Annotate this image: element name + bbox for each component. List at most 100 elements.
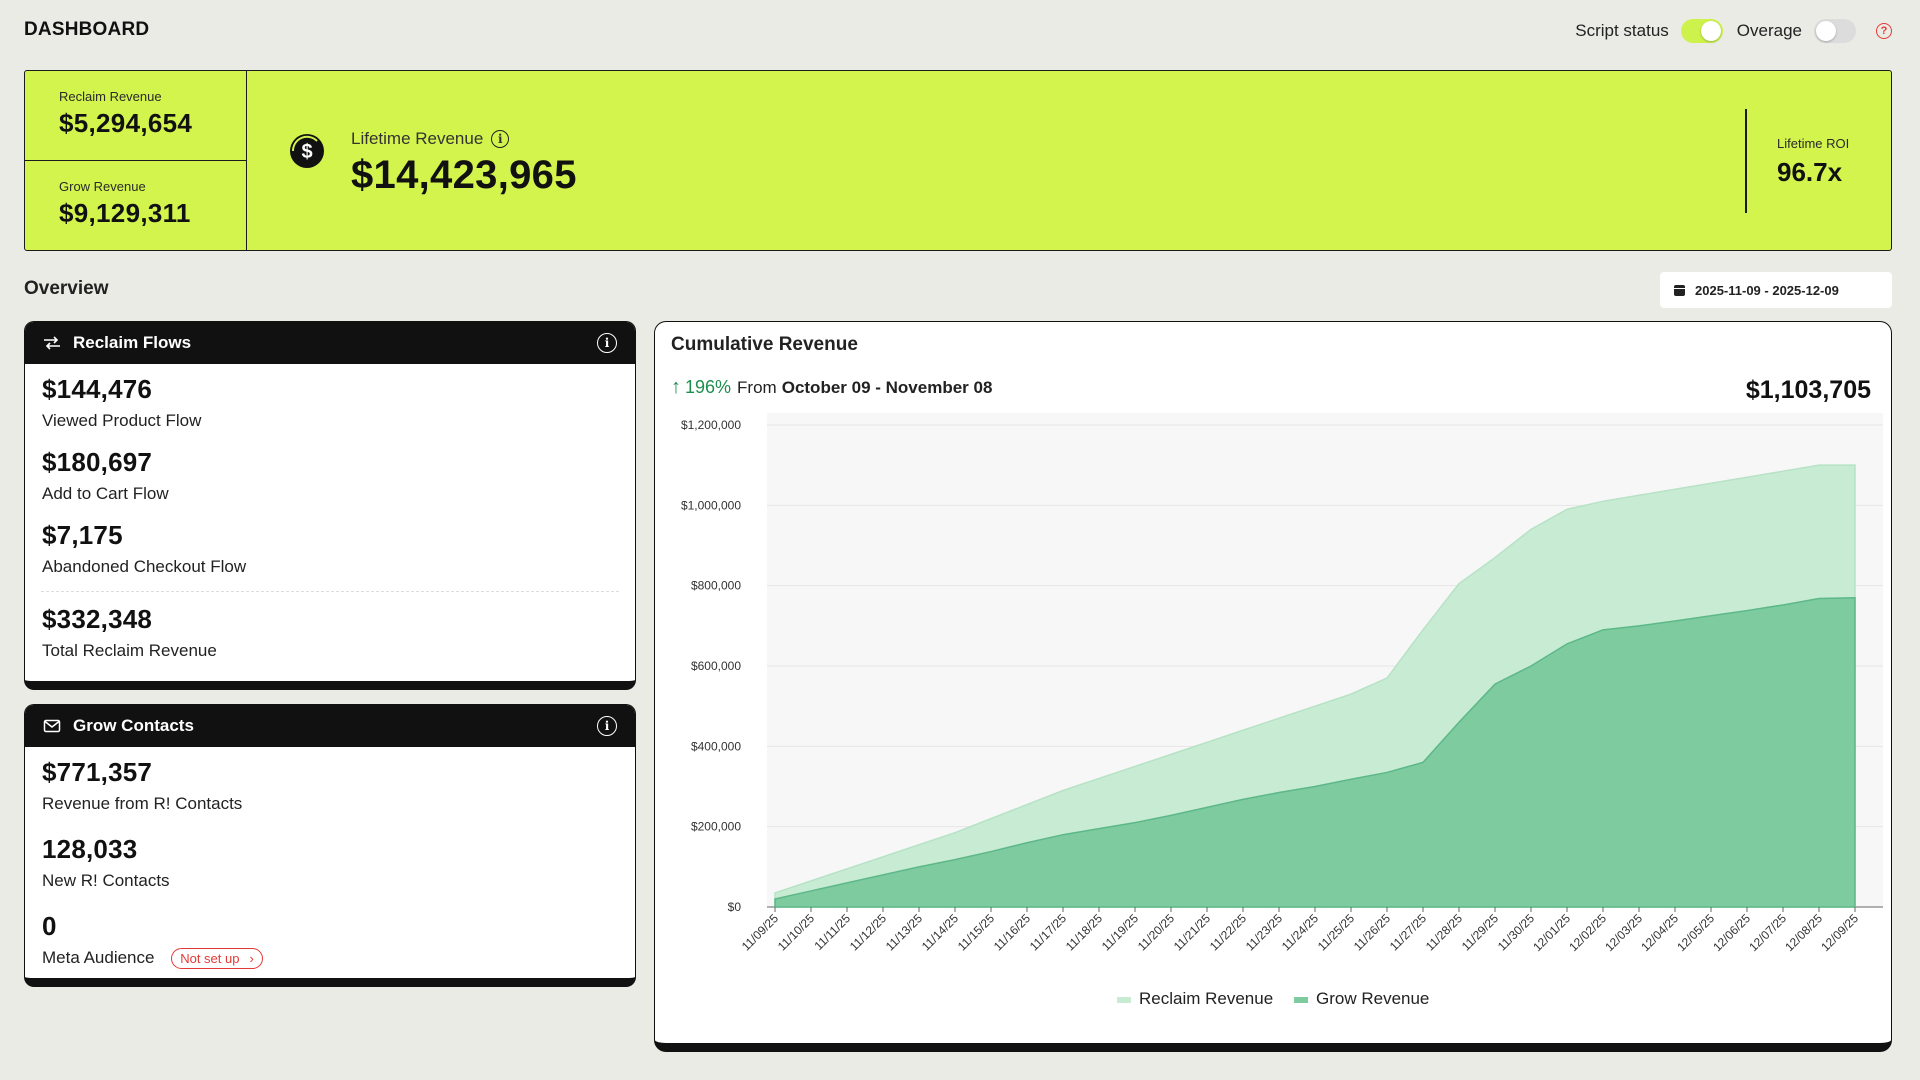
info-icon[interactable]: i bbox=[597, 333, 617, 353]
metric-value: $144,476 bbox=[42, 374, 153, 404]
metric-value: $332,348 bbox=[42, 604, 153, 634]
metric-abandoned-checkout: $7,175 Abandoned Checkout Flow bbox=[25, 520, 635, 577]
x-tick-label: 11/15/25 bbox=[955, 911, 998, 954]
legend-swatch bbox=[1294, 997, 1308, 1003]
x-tick-label: 11/22/25 bbox=[1207, 911, 1250, 954]
x-tick-label: 12/05/25 bbox=[1674, 911, 1717, 954]
x-tick-label: 11/20/25 bbox=[1135, 911, 1178, 954]
date-range-value: 2025-11-09 - 2025-12-09 bbox=[1695, 282, 1839, 298]
x-tick-label: 11/26/25 bbox=[1351, 911, 1394, 954]
metric-viewed-product: $144,476 Viewed Product Flow bbox=[25, 374, 635, 431]
legend-swatch bbox=[1117, 997, 1131, 1003]
metric-label: New R! Contacts bbox=[42, 871, 170, 890]
cumulative-revenue-chart: $0 $200,000 $400,000 $600,000 $800,000 $1,000… bbox=[681, 413, 1883, 1008]
metric-label-row: Meta Audience Not set up › bbox=[42, 948, 635, 970]
x-tick-label: 11/27/25 bbox=[1387, 911, 1430, 954]
divider bbox=[41, 591, 619, 592]
x-tick-label: 11/18/25 bbox=[1063, 911, 1106, 954]
card-title: Reclaim Flows bbox=[73, 333, 192, 352]
x-tick-label: 11/16/25 bbox=[991, 911, 1034, 954]
calendar-icon bbox=[1674, 284, 1685, 296]
x-tick-label: 11/24/25 bbox=[1279, 911, 1322, 954]
x-tick-label: 11/29/25 bbox=[1459, 911, 1502, 954]
lifetime-revenue-value: $14,423,965 bbox=[351, 153, 577, 197]
y-tick-label: $800,000 bbox=[691, 579, 741, 593]
metric-label: Add to Cart Flow bbox=[42, 484, 169, 503]
toggle-knob bbox=[1816, 21, 1836, 41]
y-tick-label: $1,000,000 bbox=[681, 498, 741, 512]
grow-revenue-cell: Grow Revenue $9,129,311 bbox=[25, 161, 246, 251]
banner-breakdown: Reclaim Revenue $5,294,654 Grow Revenue … bbox=[25, 71, 247, 250]
card-header: Reclaim Flows i bbox=[25, 322, 635, 364]
x-tick-label: 11/19/25 bbox=[1099, 911, 1142, 954]
grow-contacts-card: Grow Contacts i $771,357 Revenue from R!… bbox=[24, 704, 636, 987]
lifetime-revenue-label: Lifetime Revenue bbox=[351, 129, 484, 148]
metric-label: Viewed Product Flow bbox=[42, 411, 202, 430]
x-tick-label: 12/09/25 bbox=[1818, 911, 1861, 954]
metric-label: Total Reclaim Revenue bbox=[42, 641, 217, 660]
x-tick-label: 12/04/25 bbox=[1638, 911, 1681, 954]
lifetime-roi-label: Lifetime ROI bbox=[1777, 136, 1850, 151]
toggle-knob bbox=[1700, 21, 1721, 41]
chevron-right-icon: › bbox=[249, 951, 254, 967]
metric-label: Abandoned Checkout Flow bbox=[42, 557, 247, 576]
grow-revenue-value: $9,129,311 bbox=[59, 197, 191, 228]
x-tick-label: 12/02/25 bbox=[1566, 911, 1609, 954]
metric-new-contacts: 128,033 New R! Contacts bbox=[25, 834, 635, 891]
help-icon[interactable]: ? bbox=[1876, 23, 1892, 39]
y-tick-label: $0 bbox=[728, 900, 742, 914]
cumulative-revenue-card: Cumulative Revenue ↑ 196% From October 0… bbox=[654, 321, 1892, 1052]
divider bbox=[1745, 109, 1747, 213]
metric-add-to-cart: $180,697 Add to Cart Flow bbox=[25, 447, 635, 504]
metric-rcontacts-revenue: $771,357 Revenue from R! Contacts bbox=[25, 757, 635, 814]
page-title: DASHBOARD bbox=[24, 19, 150, 40]
metric-meta-audience: 0 Meta Audience Not set up › bbox=[25, 911, 635, 970]
x-tick-label: 12/06/25 bbox=[1710, 911, 1753, 954]
metric-label: Revenue from R! Contacts bbox=[42, 794, 243, 813]
x-tick-label: 11/13/25 bbox=[883, 911, 926, 954]
metric-value: $7,175 bbox=[42, 520, 123, 550]
revenue-banner: Reclaim Revenue $5,294,654 Grow Revenue … bbox=[24, 70, 1892, 251]
header-controls: Script status Overage ? bbox=[1575, 16, 1892, 46]
metric-value: 128,033 bbox=[42, 834, 138, 864]
lifetime-revenue-label-row: Lifetime Revenue i bbox=[351, 129, 510, 149]
info-icon[interactable]: i bbox=[491, 130, 510, 148]
svg-text:$: $ bbox=[301, 141, 312, 163]
x-tick-label: 12/07/25 bbox=[1746, 911, 1789, 954]
x-tick-label: 12/08/25 bbox=[1782, 911, 1825, 954]
script-status-toggle[interactable] bbox=[1680, 19, 1723, 43]
metric-value: $180,697 bbox=[42, 447, 153, 477]
x-tick-label: 11/14/25 bbox=[919, 911, 962, 954]
legend-label: Grow Revenue bbox=[1316, 989, 1429, 1008]
x-tick-label: 11/09/25 bbox=[739, 911, 782, 954]
metric-value: 0 bbox=[42, 911, 57, 941]
x-tick-label: 11/10/25 bbox=[775, 911, 818, 954]
metric-total-reclaim: $332,348 Total Reclaim Revenue bbox=[25, 604, 635, 661]
not-set-up-badge[interactable]: Not set up › bbox=[171, 948, 263, 970]
info-icon[interactable]: i bbox=[597, 716, 617, 736]
y-tick-label: $600,000 bbox=[691, 659, 741, 673]
x-tick-label: 11/17/25 bbox=[1027, 911, 1070, 954]
x-tick-label: 11/30/25 bbox=[1495, 911, 1538, 954]
metric-label: Meta Audience bbox=[42, 948, 155, 967]
date-range-picker[interactable]: 2025-11-09 - 2025-12-09 bbox=[1660, 272, 1892, 308]
mail-icon bbox=[43, 719, 61, 733]
script-status-label: Script status bbox=[1575, 21, 1669, 40]
card-title: Grow Contacts bbox=[73, 716, 194, 735]
reclaim-revenue-label: Reclaim Revenue bbox=[59, 89, 162, 104]
x-tick-label: 12/01/25 bbox=[1530, 911, 1573, 954]
x-tick-label: 11/23/25 bbox=[1243, 911, 1286, 954]
overage-label: Overage bbox=[1736, 21, 1802, 40]
x-tick-label: 12/03/25 bbox=[1602, 911, 1645, 954]
lifetime-roi-value: 96.7x bbox=[1777, 157, 1843, 187]
x-tick-label: 11/25/25 bbox=[1315, 911, 1358, 954]
y-tick-label: $200,000 bbox=[691, 820, 741, 834]
badge-label: Not set up bbox=[180, 951, 240, 967]
y-tick-label: $400,000 bbox=[691, 739, 741, 753]
overage-toggle[interactable] bbox=[1814, 19, 1856, 43]
x-tick-label: 11/28/25 bbox=[1423, 911, 1466, 954]
overview-title: Overview bbox=[24, 278, 109, 299]
x-tick-label: 11/21/25 bbox=[1171, 911, 1214, 954]
metric-value: $771,357 bbox=[42, 757, 153, 787]
dollar-cycle-icon: $ bbox=[290, 134, 324, 168]
